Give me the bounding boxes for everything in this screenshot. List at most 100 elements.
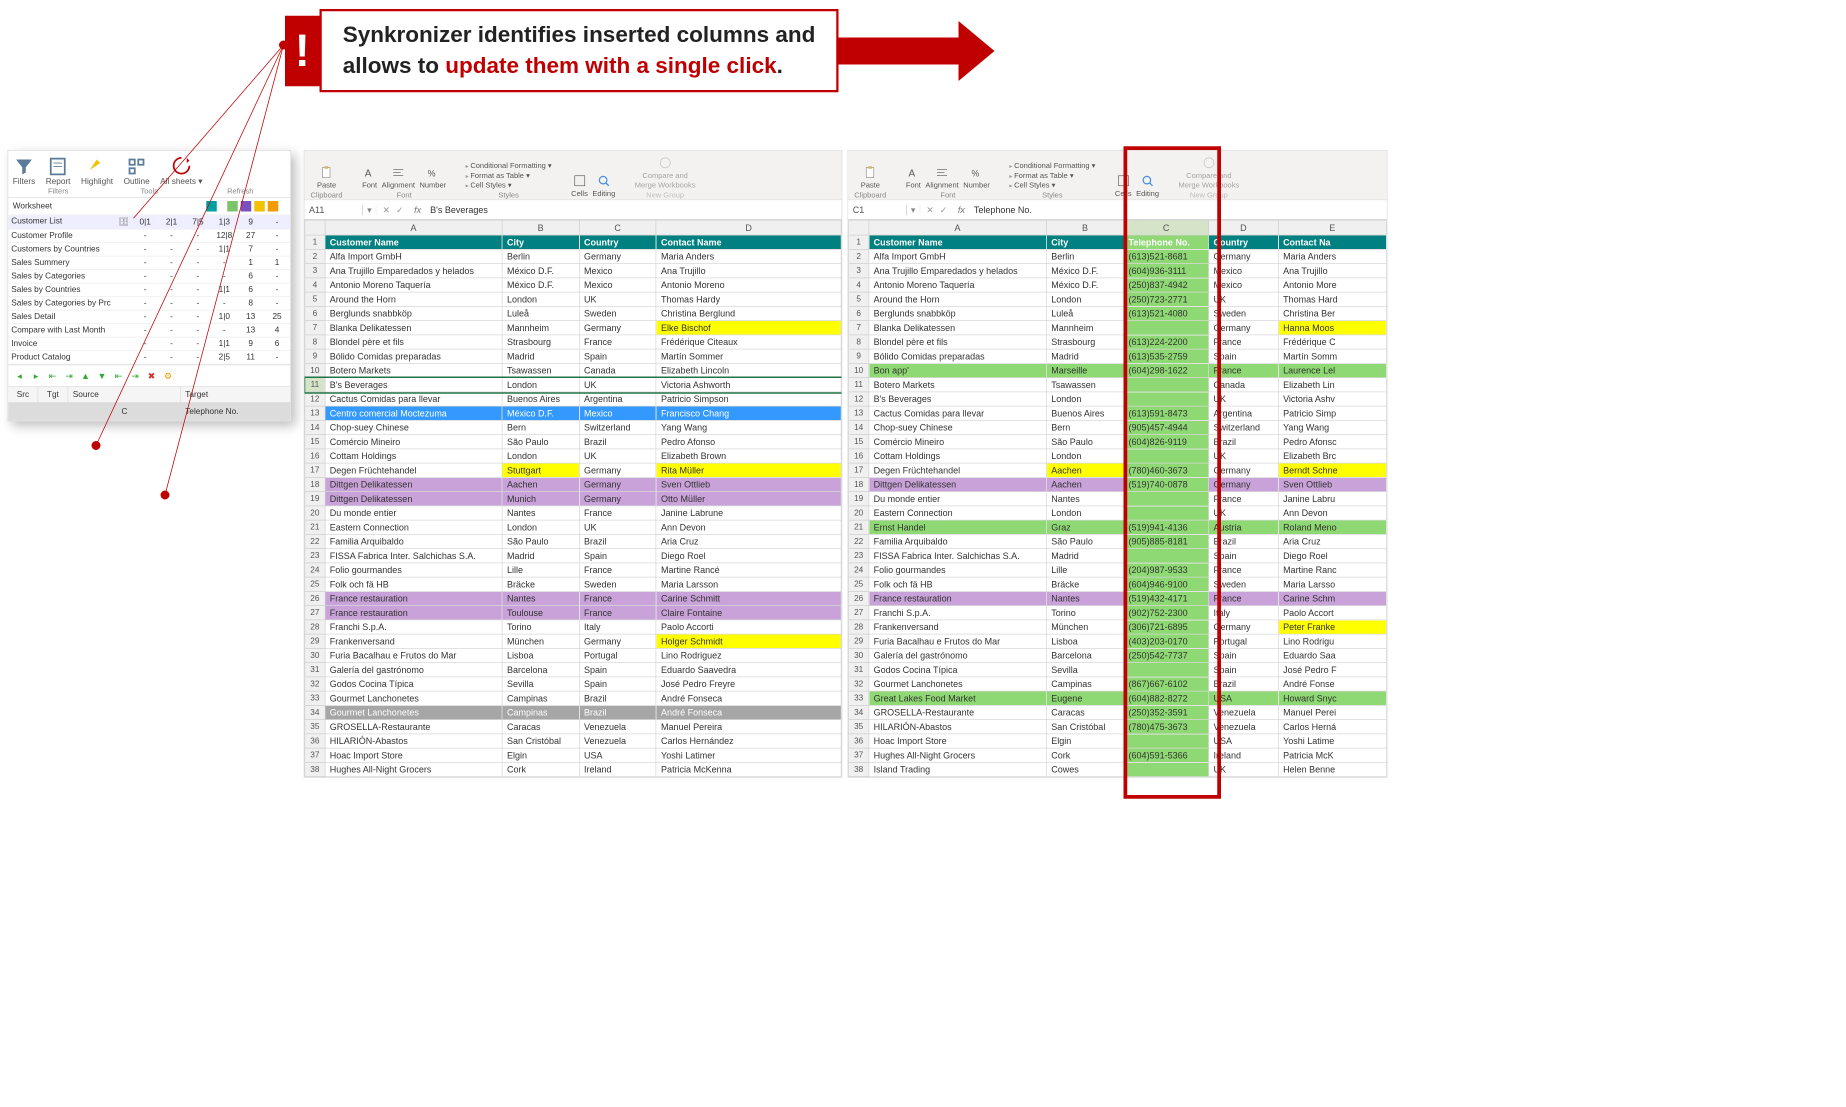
ws-row[interactable]: Customers by Countries---1|17-: [8, 242, 290, 256]
table-row[interactable]: 21Eastern ConnectionLondonUKAnn Devon: [305, 520, 841, 534]
table-row[interactable]: 12Cactus Comidas para llevarBuenos Aires…: [305, 392, 841, 406]
cancel-formula-icon[interactable]: ✕: [383, 204, 391, 215]
table-row[interactable]: 29Furia Bacalhau e Frutos do MarLisboa(4…: [849, 634, 1387, 648]
table-row[interactable]: 13Cactus Comidas para llevarBuenos Aires…: [849, 406, 1387, 420]
editing-button[interactable]: Editing: [592, 173, 615, 198]
cell-styles-button[interactable]: Cell Styles ▾: [1009, 182, 1095, 190]
table-row[interactable]: 22Familia ArquibaldoSão Paulo(905)885-81…: [849, 534, 1387, 548]
ws-row[interactable]: Customer List 🗄0|12|17|51|39-: [8, 215, 290, 229]
table-row[interactable]: 10Botero MarketsTsawassenCanadaElizabeth…: [305, 363, 841, 377]
table-row[interactable]: 4Antonio Moreno TaqueríaMéxico D.F.(250)…: [849, 278, 1387, 292]
filters-button[interactable]: Filters: [13, 156, 35, 186]
table-row[interactable]: 14Chop-suey ChineseBernSwitzerlandYang W…: [305, 420, 841, 434]
fx-icon[interactable]: fx: [953, 204, 969, 215]
table-row[interactable]: 31Godos Cocina TípicaSevillaSpainJosé Pe…: [849, 663, 1387, 677]
table-row[interactable]: 28Franchi S.p.A.TorinoItalyPaolo Accorti: [305, 620, 841, 634]
table-row[interactable]: 26France restaurationNantesFranceCarine …: [305, 591, 841, 605]
table-row[interactable]: 6Berglunds snabbköpLuleåSwedenChristina …: [305, 306, 841, 320]
formula-content[interactable]: Telephone No.: [969, 204, 1386, 215]
cell-styles-button[interactable]: Cell Styles ▾: [466, 182, 552, 190]
format-as-table-button[interactable]: Format as Table ▾: [1009, 172, 1095, 180]
table-row[interactable]: 33Gourmet LanchonetesCampinasBrazilAndré…: [305, 691, 841, 705]
table-row[interactable]: 19Dittgen DelikatessenMunichGermanyOtto …: [305, 492, 841, 506]
conditional-formatting-button[interactable]: Conditional Formatting ▾: [466, 162, 552, 170]
swatch[interactable]: [268, 201, 279, 212]
table-row[interactable]: 35HILARIÓN-AbastosSan Cristóbal(780)475-…: [849, 720, 1387, 734]
table-row[interactable]: 23FISSA Fabrica Inter. Salchichas S.A.Ma…: [849, 549, 1387, 563]
name-box[interactable]: A11: [305, 204, 364, 215]
sheet-grid[interactable]: ABCDE1Customer NameCityTelephone No.Coun…: [848, 220, 1387, 777]
formula-bar[interactable]: A11 ▾ ✕✓ fx B's Beverages: [305, 200, 842, 220]
paste-button[interactable]: Paste: [317, 165, 336, 190]
alignment-button[interactable]: Alignment: [925, 165, 958, 190]
table-row[interactable]: 7Blanka DelikatessenMannheimGermanyHanna…: [849, 321, 1387, 335]
table-row[interactable]: 17Degen FrüchtehandelAachen(780)460-3673…: [849, 463, 1387, 477]
table-row[interactable]: 17Degen FrüchtehandelStuttgartGermanyRit…: [305, 463, 841, 477]
table-row[interactable]: 11B's BeveragesLondonUKVictoria Ashworth: [305, 378, 841, 392]
table-row[interactable]: 37Hoac Import StoreElginUSAYoshi Latimer: [305, 748, 841, 762]
table-row[interactable]: 12B's BeveragesLondonUKVictoria Ashv: [849, 392, 1387, 406]
number-button[interactable]: %Number: [419, 165, 446, 190]
alignment-button[interactable]: Alignment: [382, 165, 415, 190]
nav-icon[interactable]: ⇥: [128, 369, 142, 381]
nav-cancel-icon[interactable]: ✖: [145, 369, 159, 381]
fx-icon[interactable]: fx: [410, 204, 426, 215]
ws-row[interactable]: Invoice---1|196: [8, 337, 290, 351]
highlight-button[interactable]: Highlight: [81, 156, 113, 186]
nav-icon[interactable]: ⇤: [112, 369, 126, 381]
swatch[interactable]: [241, 201, 252, 212]
nav-down-icon[interactable]: ▼: [95, 369, 109, 381]
table-row[interactable]: 36HILARIÓN-AbastosSan CristóbalVenezuela…: [305, 734, 841, 748]
table-row[interactable]: 27France restaurationToulouseFranceClair…: [305, 606, 841, 620]
ws-row[interactable]: Compare with Last Month----134: [8, 323, 290, 337]
table-row[interactable]: 34Gourmet LanchonetesCampinasBrazilAndré…: [305, 705, 841, 719]
accept-formula-icon[interactable]: ✓: [396, 204, 404, 215]
table-row[interactable]: 34GROSELLA-RestauranteCaracas(250)352-35…: [849, 705, 1387, 719]
cells-button[interactable]: Cells: [1115, 173, 1132, 198]
table-row[interactable]: 20Du monde entierNantesFranceJanine Labr…: [305, 506, 841, 520]
nav-icons[interactable]: ◂ ▸ ⇤ ⇥ ▲ ▼ ⇤ ⇥ ✖ ⚙: [8, 364, 290, 387]
table-row[interactable]: 19Du monde entierNantesFranceJanine Labr…: [849, 492, 1387, 506]
swatch[interactable]: [227, 201, 238, 212]
table-row[interactable]: 14Chop-suey ChineseBern(905)457-4944Swit…: [849, 420, 1387, 434]
table-row[interactable]: 2Alfa Import GmbHBerlinGermanyMaria Ande…: [305, 249, 841, 263]
table-row[interactable]: 18Dittgen DelikatessenAachenGermanySven …: [305, 477, 841, 491]
nav-first-icon[interactable]: ◂: [13, 369, 27, 381]
table-row[interactable]: 13Centro comercial MoctezumaMéxico D.F.M…: [305, 406, 841, 420]
formula-bar[interactable]: C1 ▾ ✕✓ fx Telephone No.: [848, 200, 1387, 220]
table-row[interactable]: 11Botero MarketsTsawassenCanadaElizabeth…: [849, 378, 1387, 392]
ws-row[interactable]: Sales by Categories by Prc----8-: [8, 296, 290, 310]
cancel-formula-icon[interactable]: ✕: [926, 204, 934, 215]
table-row[interactable]: 9Bólido Comidas preparadasMadridSpainMar…: [305, 349, 841, 363]
ws-row[interactable]: Sales Summery----11: [8, 256, 290, 270]
name-box[interactable]: C1: [848, 204, 907, 215]
compare-merge-button[interactable]: Compare andMerge Workbooks: [635, 155, 696, 190]
nav-icon[interactable]: ⇥: [62, 369, 76, 381]
worksheet-table[interactable]: Customer List 🗄0|12|17|51|39-Customer Pr…: [8, 215, 290, 364]
table-row[interactable]: 25Folk och fä HBBräckeSwedenMaria Larsso…: [305, 577, 841, 591]
table-row[interactable]: 27Franchi S.p.A.Torino(902)752-2300Italy…: [849, 606, 1387, 620]
compare-merge-button[interactable]: Compare andMerge Workbooks: [1179, 155, 1240, 190]
accept-formula-icon[interactable]: ✓: [940, 204, 948, 215]
ws-row[interactable]: Product Catalog---2|511-: [8, 350, 290, 364]
number-button[interactable]: %Number: [963, 165, 990, 190]
table-row[interactable]: 7Blanka DelikatessenMannheimGermanyElke …: [305, 321, 841, 335]
table-row[interactable]: 16Cottam HoldingsLondonUKElizabeth Brown: [305, 449, 841, 463]
table-row[interactable]: 29FrankenversandMünchenGermanyHolger Sch…: [305, 634, 841, 648]
paste-button[interactable]: Paste: [861, 165, 880, 190]
swatch[interactable]: [206, 201, 217, 212]
table-row[interactable]: 4Antonio Moreno TaqueríaMéxico D.F.Mexic…: [305, 278, 841, 292]
font-button[interactable]: AFont: [906, 165, 921, 190]
ws-row[interactable]: Customer Profile---12|827-: [8, 229, 290, 243]
table-row[interactable]: 8Blondel père et filsStrasbourg(613)224-…: [849, 335, 1387, 349]
nav-gear-icon[interactable]: ⚙: [161, 369, 175, 381]
ws-row[interactable]: Sales by Categories----6-: [8, 269, 290, 283]
table-row[interactable]: 26France restaurationNantes(519)432-4171…: [849, 591, 1387, 605]
editing-button[interactable]: Editing: [1136, 173, 1159, 198]
nav-icon[interactable]: ⇤: [46, 369, 60, 381]
formula-content[interactable]: B's Beverages: [426, 204, 842, 215]
table-row[interactable]: 2Alfa Import GmbHBerlin(613)521-8681Germ…: [849, 249, 1387, 263]
font-button[interactable]: AFont: [362, 165, 377, 190]
ws-row[interactable]: Sales Detail---1|01325: [8, 310, 290, 324]
table-row[interactable]: 28FrankenversandMünchen(306)721-6895Germ…: [849, 620, 1387, 634]
